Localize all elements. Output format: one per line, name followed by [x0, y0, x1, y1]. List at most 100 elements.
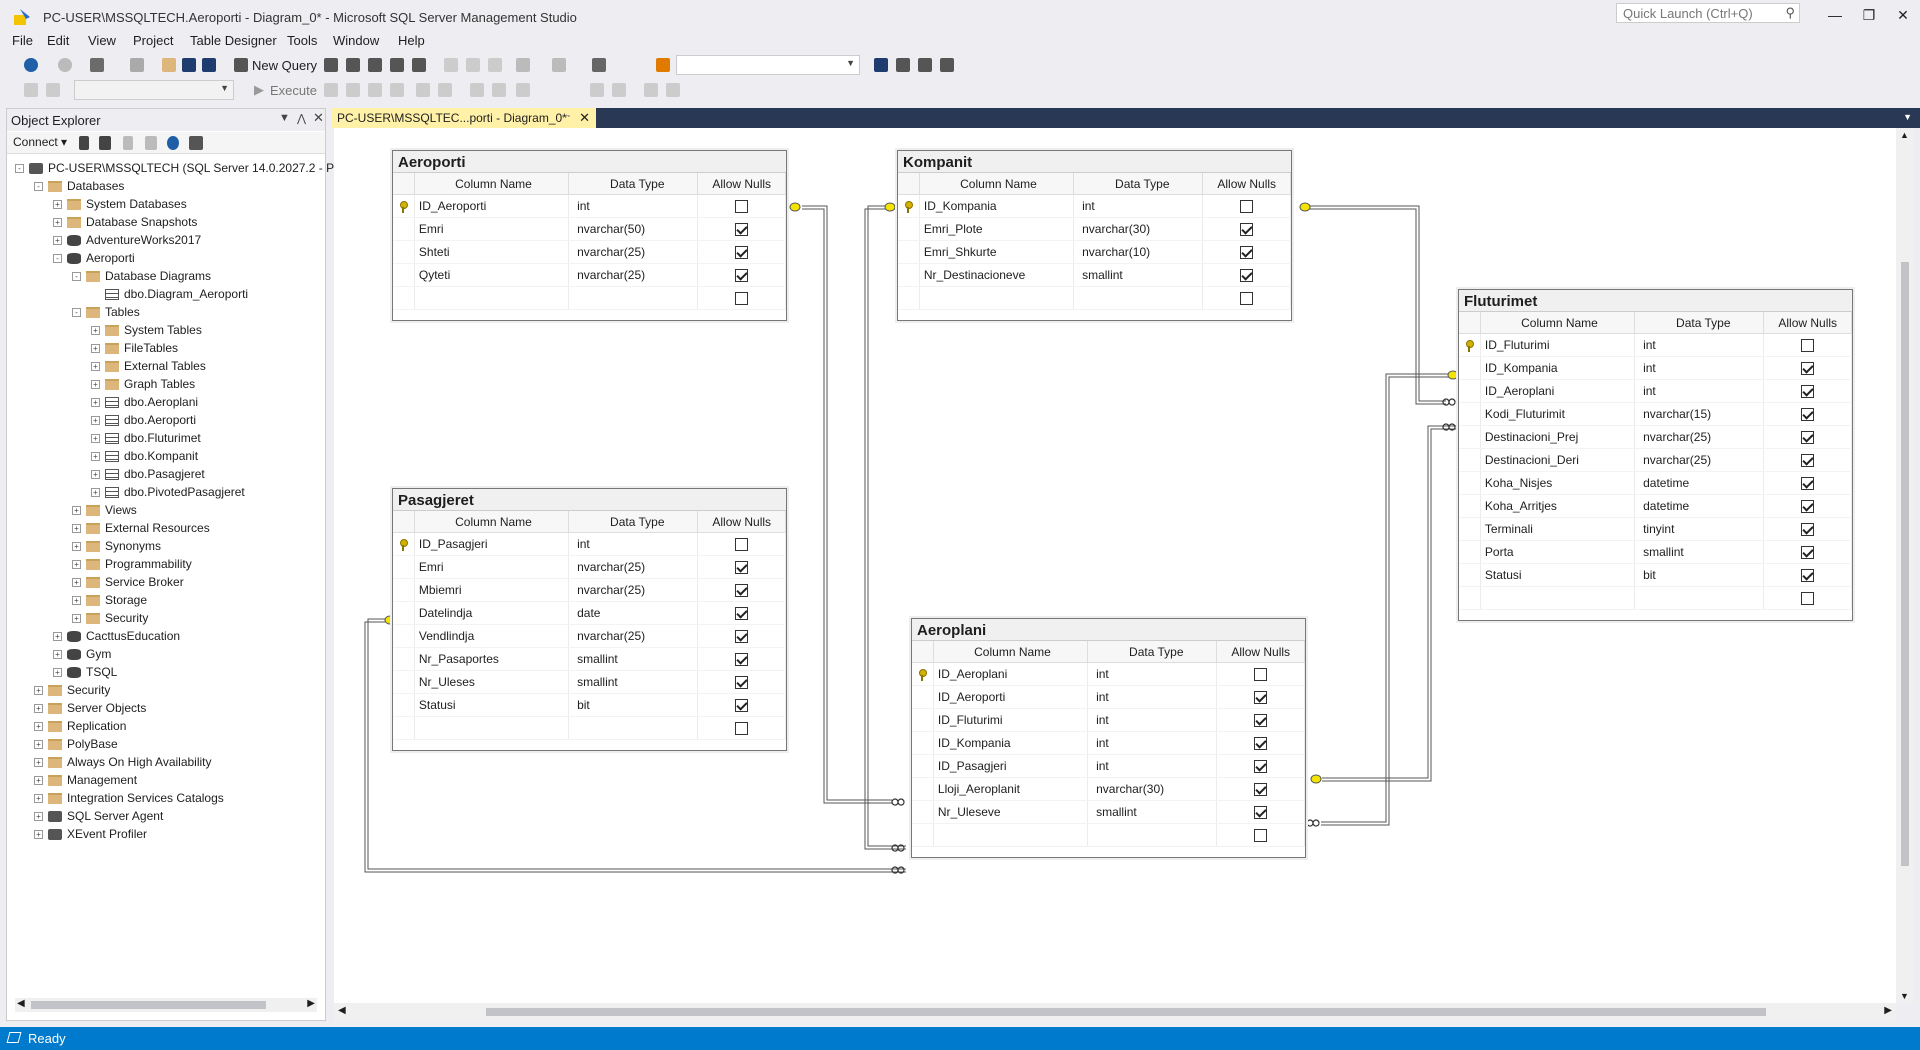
collapse-icon[interactable]: -: [15, 164, 24, 174]
data-type-cell[interactable]: nvarchar(25): [1635, 449, 1765, 471]
uncomment-icon[interactable]: [438, 83, 452, 97]
allow-nulls-checkbox[interactable]: [1801, 523, 1815, 537]
row-selector[interactable]: [393, 671, 415, 693]
table-title[interactable]: Aeroplani: [912, 619, 1305, 641]
data-type-cell[interactable]: nvarchar(15): [1635, 403, 1765, 425]
allow-nulls-checkbox[interactable]: [1254, 806, 1268, 820]
allow-nulls-checkbox[interactable]: [735, 246, 749, 260]
horizontal-scrollbar[interactable]: ◀ ▶: [15, 998, 317, 1012]
table-row[interactable]: ID_Fluturimi int: [1459, 334, 1852, 357]
tree-node[interactable]: + PolyBase: [34, 735, 118, 753]
database-engine-query-icon[interactable]: [324, 58, 338, 72]
align-icon[interactable]: [590, 83, 604, 97]
data-type-cell[interactable]: int: [1635, 334, 1765, 356]
column-name-cell[interactable]: Destinacioni_Deri: [1481, 449, 1636, 471]
column-name-cell[interactable]: Nr_Uleses: [415, 671, 570, 693]
tree-node[interactable]: + External Resources: [72, 519, 210, 537]
data-type-cell[interactable]: int: [1088, 709, 1218, 731]
tree-node[interactable]: + Security: [34, 681, 110, 699]
collapse-icon[interactable]: -: [72, 308, 81, 318]
expand-icon[interactable]: +: [34, 704, 43, 714]
allow-nulls-checkbox[interactable]: [1801, 477, 1815, 491]
row-selector[interactable]: [393, 648, 415, 670]
tree-node[interactable]: + Graph Tables: [91, 375, 195, 393]
data-type-cell[interactable]: bit: [1635, 564, 1765, 586]
data-type-cell[interactable]: nvarchar(25): [569, 625, 699, 647]
expand-icon[interactable]: +: [53, 200, 62, 210]
tree-node[interactable]: - Aeroporti: [53, 249, 135, 267]
refresh-icon[interactable]: [167, 136, 179, 150]
row-selector[interactable]: [393, 694, 415, 716]
allow-nulls-checkbox[interactable]: [1254, 783, 1268, 797]
row-selector[interactable]: [912, 686, 934, 708]
row-selector[interactable]: [898, 218, 920, 240]
data-type-cell[interactable]: [1088, 824, 1218, 846]
row-selector[interactable]: [912, 663, 934, 685]
column-name-cell[interactable]: Mbiemri: [415, 579, 570, 601]
canvas-horizontal-scrollbar[interactable]: ◀ ▶: [334, 1003, 1896, 1021]
expand-icon[interactable]: +: [72, 506, 81, 516]
find-icon[interactable]: [656, 58, 670, 72]
column-name-cell[interactable]: ID_Kompania: [1481, 357, 1636, 379]
tree-node[interactable]: + dbo.PivotedPasagjeret: [91, 483, 245, 501]
allow-nulls-checkbox[interactable]: [1801, 339, 1815, 353]
expand-icon[interactable]: +: [91, 398, 100, 408]
data-type-cell[interactable]: [569, 717, 699, 739]
table-fluturimet[interactable]: Fluturimet Column Name Data Type Allow Null…: [1458, 289, 1853, 621]
row-selector[interactable]: [1459, 518, 1481, 540]
column-name-cell[interactable]: Shteti: [415, 241, 570, 263]
expand-icon[interactable]: +: [91, 452, 100, 462]
tree-node[interactable]: dbo.Diagram_Aeroporti: [91, 285, 248, 303]
tree-node[interactable]: - Database Diagrams: [72, 267, 211, 285]
row-selector[interactable]: [912, 824, 934, 846]
table-title[interactable]: Pasagjeret: [393, 489, 786, 511]
data-type-cell[interactable]: int: [1088, 663, 1218, 685]
new-project-icon[interactable]: [90, 58, 104, 72]
data-type-cell[interactable]: smallint: [569, 671, 699, 693]
column-name-cell[interactable]: Terminali: [1481, 518, 1636, 540]
expand-icon[interactable]: +: [72, 542, 81, 552]
dmx-query-icon[interactable]: [368, 58, 382, 72]
expand-icon[interactable]: +: [91, 416, 100, 426]
table-row[interactable]: Nr_Destinacioneve smallint: [898, 264, 1291, 287]
table-row[interactable]: [393, 287, 786, 310]
allow-nulls-checkbox[interactable]: [735, 223, 749, 237]
row-selector[interactable]: [1459, 564, 1481, 586]
expand-icon[interactable]: +: [34, 830, 43, 840]
column-name-cell[interactable]: ID_Aeroplani: [1481, 380, 1636, 402]
row-selector[interactable]: [1459, 357, 1481, 379]
data-type-cell[interactable]: nvarchar(25): [569, 241, 699, 263]
table-row[interactable]: ID_Aeroplani int: [1459, 380, 1852, 403]
column-name-cell[interactable]: ID_Kompania: [920, 195, 1075, 217]
allow-nulls-checkbox[interactable]: [735, 538, 749, 552]
expand-icon[interactable]: +: [91, 488, 100, 498]
allow-nulls-checkbox[interactable]: [735, 722, 749, 736]
tree-node[interactable]: + dbo.Aeroporti: [91, 411, 196, 429]
row-selector[interactable]: [898, 287, 920, 309]
collapse-icon[interactable]: -: [72, 272, 81, 282]
allow-nulls-checkbox[interactable]: [1801, 385, 1815, 399]
table-row[interactable]: Datelindja date: [393, 602, 786, 625]
allow-nulls-checkbox[interactable]: [1801, 546, 1815, 560]
table-row[interactable]: Lloji_Aeroplanit nvarchar(30): [912, 778, 1305, 801]
data-type-cell[interactable]: datetime: [1635, 472, 1765, 494]
column-name-cell[interactable]: Statusi: [1481, 564, 1636, 586]
table-row[interactable]: Destinacioni_Prej nvarchar(25): [1459, 426, 1852, 449]
expand-icon[interactable]: +: [91, 434, 100, 444]
table-row[interactable]: ID_Kompania int: [1459, 357, 1852, 380]
allow-nulls-checkbox[interactable]: [1801, 569, 1815, 583]
tree-node[interactable]: + Replication: [34, 717, 126, 735]
bookmark-icon[interactable]: [644, 83, 658, 97]
row-selector[interactable]: [1459, 587, 1481, 609]
wrench-icon[interactable]: [896, 58, 910, 72]
table-row[interactable]: Terminali tinyint: [1459, 518, 1852, 541]
column-name-cell[interactable]: [1481, 587, 1636, 609]
table-row[interactable]: Destinacioni_Deri nvarchar(25): [1459, 449, 1852, 472]
allow-nulls-checkbox[interactable]: [1801, 431, 1815, 445]
allow-nulls-checkbox[interactable]: [1801, 408, 1815, 422]
table-row[interactable]: ID_Kompania int: [898, 195, 1291, 218]
filter-icon[interactable]: [145, 136, 157, 150]
allow-nulls-checkbox[interactable]: [735, 292, 749, 306]
tree-node[interactable]: + Gym: [53, 645, 111, 663]
table-row[interactable]: Porta smallint: [1459, 541, 1852, 564]
